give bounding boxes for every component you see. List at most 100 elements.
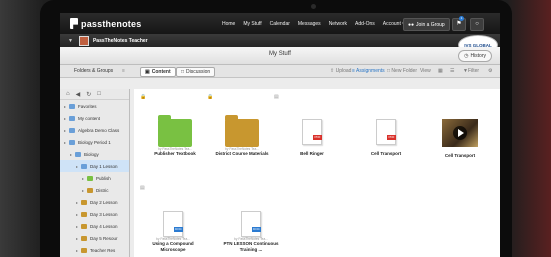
- sidebar-tree-item[interactable]: ▸ My content: [60, 112, 129, 124]
- sidebar-tree-label: Day 5 Resour: [90, 235, 118, 241]
- item-title: Cell Transport: [444, 153, 476, 158]
- folder-icon: [81, 211, 87, 217]
- file-type-tag: PDF: [387, 135, 396, 140]
- lock-icon: 🔒: [207, 94, 214, 100]
- sidebar-tree-item[interactable]: ▸ Day 3 Lesson: [60, 208, 129, 220]
- sidebar-icons: ⌂ ◀ ↻ □: [60, 89, 129, 100]
- nav-network[interactable]: Network: [329, 21, 347, 27]
- tab-content[interactable]: ▣ Content: [140, 67, 176, 77]
- profile-button[interactable]: ○: [470, 18, 484, 31]
- list-view-icon[interactable]: ☰: [450, 68, 454, 74]
- grid-view-icon[interactable]: ▦: [438, 68, 443, 74]
- content-item[interactable]: PDF Bell Ringer: [282, 119, 342, 157]
- avatar[interactable]: [78, 35, 89, 46]
- sidebar-tree-label: Algebra Demo Class: [78, 127, 120, 133]
- folder-icon: [69, 127, 75, 133]
- content-item[interactable]: PDF Cell Transport: [356, 119, 416, 157]
- content-item[interactable]: Cell Transport: [430, 119, 490, 159]
- item-title: PTN LESSON Continuous Training ...: [223, 241, 279, 252]
- tab-content-label: Content: [151, 69, 171, 75]
- sidebar-tree-item[interactable]: ▸ Biology: [60, 148, 129, 160]
- filter-label: Filter: [467, 68, 480, 74]
- join-group-label: Join a Group: [416, 21, 445, 28]
- camera-dot: [311, 4, 316, 9]
- list-icon: ▤: [140, 185, 145, 191]
- item-title: Cell Transport: [370, 151, 402, 156]
- item-title: Publisher Textbook: [154, 151, 196, 156]
- assignments-button[interactable]: ≡ Assignments: [352, 68, 385, 74]
- flag-icon: ⚑: [456, 21, 462, 27]
- page-title: My Stuff: [269, 51, 291, 57]
- logo-text: passthenotes: [81, 18, 142, 29]
- sidebar-tree-item[interactable]: ▸ Teacher Res: [60, 244, 129, 256]
- filter-button[interactable]: ▼Filter: [463, 68, 479, 74]
- sidebar-tree-label: Day 4 Lesson: [90, 223, 118, 229]
- view-button[interactable]: View: [420, 68, 431, 74]
- folder-icon: [69, 103, 75, 109]
- user-name: PassTheNotes Teacher: [92, 37, 148, 44]
- history-button[interactable]: ◷ History: [458, 50, 492, 62]
- chevron-down-icon[interactable]: ▼: [68, 38, 73, 44]
- content-item[interactable]: DOC by PassTheNotes Tea... PTN LESSON Cont…: [221, 211, 281, 253]
- back-icon[interactable]: ◀: [76, 91, 81, 98]
- item-title: Bell Ringer: [300, 151, 324, 156]
- nav-account[interactable]: Account ▾: [383, 21, 405, 27]
- nav-add-ons[interactable]: Add-Ons: [355, 21, 375, 27]
- nav-home[interactable]: Home: [222, 21, 235, 27]
- new-folder-button[interactable]: □ New Folder: [387, 68, 417, 74]
- doc-icon: DOC: [163, 211, 183, 237]
- folder-icon: [69, 115, 75, 121]
- sidebar-tree-item[interactable]: ▸ Day 5 Resour: [60, 232, 129, 244]
- sidebar-tree-item[interactable]: ▸ Biology Period 1: [60, 136, 129, 148]
- logo[interactable]: passthenotes: [70, 18, 141, 29]
- play-icon[interactable]: [453, 126, 467, 140]
- sidebar-tree-label: My content: [78, 115, 101, 121]
- folder-icon: [75, 151, 81, 157]
- tab-discussion[interactable]: □ Discussion: [176, 67, 216, 77]
- sidebar-tree-item[interactable]: ▸ Publish: [60, 172, 129, 184]
- nav-messages[interactable]: Messages: [298, 21, 321, 27]
- folder-icon: [81, 247, 87, 253]
- nav-my-stuff[interactable]: My Stuff: [243, 21, 261, 27]
- top-nav-bar: passthenotes Home My Stuff Calendar Mess…: [60, 13, 500, 34]
- doc-icon: DOC: [241, 211, 261, 237]
- assignments-label: Assignments: [356, 68, 385, 74]
- folder-tree: ▸ Favorites ▸ My content ▸ Algebra Demo Class…: [60, 100, 129, 256]
- sidebar-tree-item[interactable]: ▸ Algebra Demo Class: [60, 124, 129, 136]
- content-item[interactable]: by PassTheNotes Tea... District Course Ma…: [212, 115, 272, 157]
- file-type-tag: DOC: [252, 227, 261, 232]
- content-item[interactable]: DOC by PassTheNotes Tea... Using a Compoun…: [143, 211, 203, 253]
- nav-calendar[interactable]: Calendar: [270, 21, 290, 27]
- home-icon[interactable]: ⌂: [66, 91, 70, 97]
- settings-icon[interactable]: ⚙: [488, 68, 492, 74]
- group-icon: ●●: [408, 21, 415, 28]
- file-type-tag: DOC: [174, 227, 183, 232]
- sidebar-tree-item[interactable]: ▸ Day 2 Lesson: [60, 196, 129, 208]
- notification-badge: 1: [459, 16, 464, 21]
- sidebar-tree-item[interactable]: ▸ Day 4 Lesson: [60, 220, 129, 232]
- refresh-icon[interactable]: ↻: [86, 91, 91, 98]
- sidebar-tree-label: Day 3 Lesson: [90, 211, 118, 217]
- sidebar-tree-item[interactable]: ▸ Favorites: [60, 100, 129, 112]
- folder-sidebar: ⌂ ◀ ↻ □ ▸ Favorites ▸ My content ▸ Algebra De…: [60, 89, 130, 257]
- folder-icon: [69, 139, 75, 145]
- join-group-button[interactable]: ●● Join a Group: [403, 18, 450, 31]
- folder-icon: [81, 235, 87, 241]
- folder-icon: [81, 199, 87, 205]
- person-icon: ○: [475, 21, 479, 27]
- video-thumbnail: [442, 119, 478, 147]
- new-folder-icon[interactable]: □: [97, 91, 101, 97]
- sidebar-tree-label: Biology: [84, 151, 99, 157]
- new-folder-label: New Folder: [391, 68, 417, 74]
- upload-label: Upload: [335, 68, 352, 74]
- sidebar-tree-label: Day 1 Lesson: [90, 163, 118, 169]
- content-item[interactable]: by PassTheNotes Tea... Publisher Textbook: [145, 115, 205, 157]
- logo-mark-icon: [70, 18, 78, 29]
- item-title: Using a Compound Microscope: [152, 241, 194, 252]
- lock-icon: 🔒: [140, 94, 147, 100]
- pdf-icon: PDF: [376, 119, 396, 145]
- sidebar-tree-item[interactable]: ▸ Day 1 Lesson: [60, 160, 129, 172]
- collapse-icon[interactable]: ≡: [122, 68, 125, 74]
- upload-button[interactable]: ⇧ Upload: [330, 68, 351, 74]
- sidebar-tree-item[interactable]: ▸ Distric: [60, 184, 129, 196]
